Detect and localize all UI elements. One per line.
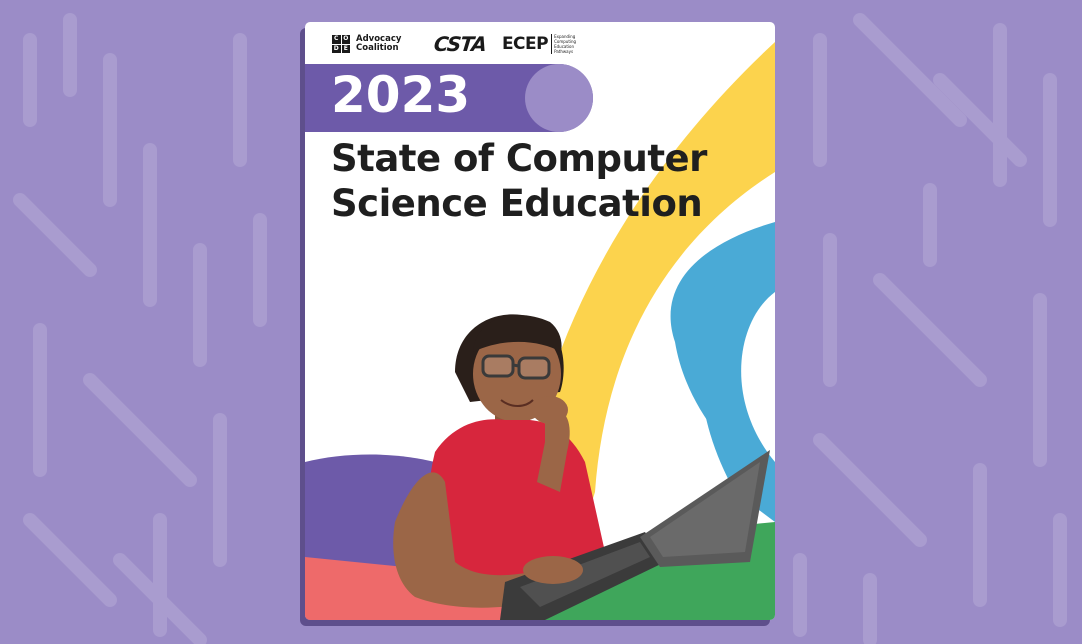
csta-logo: CSTA	[432, 32, 488, 56]
report-title-line2: Science Education	[331, 182, 703, 225]
ecep-logo: ECEP Expanding Computing Education Pathw…	[502, 34, 582, 54]
report-year: 2023	[331, 66, 471, 124]
code-logo-text: Advocacy Coalition	[356, 34, 402, 53]
report-cover: C O D E Advocacy Coalition CSTA ECEP Exp…	[305, 22, 775, 620]
report-title: State of Computer Science Education	[331, 136, 761, 226]
partner-logos: C O D E Advocacy Coalition CSTA ECEP Exp…	[332, 30, 582, 58]
code-advocacy-logo: C O D E Advocacy Coalition	[332, 35, 412, 53]
code-logo-icon: C O D E	[332, 35, 350, 53]
ecep-logo-subtitle: Expanding Computing Education Pathways	[551, 34, 582, 54]
ecep-logo-mark: ECEP	[501, 34, 549, 54]
report-title-line1: State of Computer	[331, 137, 707, 180]
